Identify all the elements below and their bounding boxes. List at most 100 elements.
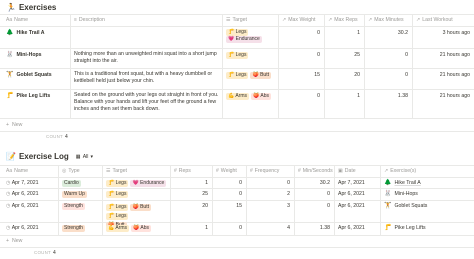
last-workout-value: 21 hours ago <box>439 72 470 78</box>
col-target-label: Target <box>232 17 247 23</box>
weight-value: 0 <box>239 180 242 186</box>
exercise-relation[interactable]: 🦵 Pike Leg Lifts <box>384 225 426 232</box>
rollup-icon: ↗ <box>282 17 287 23</box>
view-label: All <box>82 153 89 160</box>
max-reps-value: 1 <box>357 30 360 36</box>
type-tag[interactable]: Cardio <box>62 180 81 187</box>
col-target-header[interactable]: ☰ Target <box>226 17 247 23</box>
max-minutes-value: 1.38 <box>397 93 408 99</box>
max-reps-value: 1 <box>357 93 360 99</box>
table-row-name[interactable]: 🐰 Mini-Hops <box>6 52 42 59</box>
tag-legs: 🦵 Legs <box>106 213 129 220</box>
log-col-minsec-header[interactable]: # Min/Seconds <box>298 168 333 174</box>
tree-icon: 🌲 <box>384 180 392 186</box>
log-row-name[interactable]: ◷ Apr 6, 2021 <box>6 191 39 198</box>
max-minutes-value: 0 <box>405 52 408 58</box>
number-icon: # <box>298 168 301 174</box>
number-icon: # <box>250 168 253 174</box>
log-col-date-header[interactable]: ▣ Date <box>338 168 356 174</box>
log-col-name-header[interactable]: Aa Name <box>6 168 28 174</box>
col-max-weight-header[interactable]: ↗ Max Weight <box>282 17 316 23</box>
exercise-link: Pike Leg Lifts <box>394 225 426 231</box>
target-tags[interactable]: 💪 Arms 🍑 Abs <box>106 225 153 232</box>
col-max-minutes-header[interactable]: ↗ Max Minutes <box>368 17 404 23</box>
exercise-relation[interactable]: 🏋 Goblet Squats <box>384 203 427 210</box>
exercise-relation[interactable]: 🐰 Mini-Hops <box>384 191 418 198</box>
weight-value: 0 <box>239 191 242 197</box>
exercises-title[interactable]: 🏃 Exercises <box>6 3 56 12</box>
log-col-reps-header[interactable]: # Reps <box>174 168 191 174</box>
weight-value: 0 <box>239 225 242 231</box>
text-type-icon: Aa <box>6 168 13 174</box>
last-workout-value: 21 hours ago <box>439 52 470 58</box>
log-col-exercises-label: Exercise(s) <box>390 168 417 174</box>
max-minutes-value: 0 <box>405 72 408 78</box>
type-tag[interactable]: Strength <box>62 203 85 210</box>
log-col-weight-header[interactable]: # Weight <box>216 168 237 174</box>
log-col-reps-label: Reps <box>178 168 191 174</box>
description-value: Nothing more than an unweighted mini squ… <box>74 51 217 64</box>
log-col-frequency-header[interactable]: # Frequency <box>250 168 279 174</box>
log-row-name[interactable]: ◷ Apr 6, 2021 <box>6 203 39 210</box>
target-tags[interactable]: 💪 Arms 🍑 Abs <box>226 93 273 100</box>
target-tags[interactable]: 🦵 Legs <box>226 52 250 59</box>
calendar-icon: ▣ <box>338 168 343 174</box>
plus-icon: + <box>6 122 10 128</box>
max-reps-value: 25 <box>354 52 360 58</box>
weight-value: 15 <box>236 203 242 209</box>
log-col-weight-label: Weight <box>220 168 237 174</box>
log-col-target-header[interactable]: ☰ Target <box>106 168 127 174</box>
log-col-exercises-header[interactable]: ↗ Exercise(s) <box>384 168 416 174</box>
tag-butt: 🍑 Butt <box>250 72 271 79</box>
log-col-date-label: Date <box>344 168 356 174</box>
tag-abs: 🍑 Abs <box>131 225 151 232</box>
count-value: 4 <box>53 250 56 256</box>
col-last-workout-header[interactable]: ↗ Last Workout <box>416 17 453 23</box>
frequency-value: 4 <box>287 225 290 231</box>
table-row-name[interactable]: 🏋 Goblet Squats <box>6 72 52 79</box>
new-label: New <box>12 238 23 244</box>
clock-icon: ◷ <box>6 191 11 197</box>
date-value: Apr 6, 2021 <box>338 225 365 231</box>
text-type-icon: Aa <box>6 17 13 23</box>
table-row-name[interactable]: 🌲 Hike Trail A <box>6 30 45 37</box>
frequency-value: 2 <box>287 191 290 197</box>
new-exercise-button[interactable]: + New <box>6 122 22 128</box>
minsec-value: 1.38 <box>319 225 330 231</box>
count-value: 4 <box>65 134 68 140</box>
new-log-entry-button[interactable]: + New <box>6 238 22 244</box>
last-workout-value: 3 hours ago <box>442 30 470 36</box>
col-max-weight-label: Max Weight <box>288 17 316 23</box>
dumbbell-icon: 🏋 <box>6 72 14 78</box>
count-label: COUNT <box>46 134 63 139</box>
exercise-log-title[interactable]: 📝 Exercise Log ▦ All ▾ <box>6 152 93 161</box>
type-tag[interactable]: Warm Up <box>62 191 87 198</box>
col-description-header[interactable]: ≡ Description <box>74 17 105 23</box>
type-tag[interactable]: Strength <box>62 225 85 232</box>
log-row-name[interactable]: ◷ Apr 6, 2021 <box>6 225 39 232</box>
tag-endurance: 💗 Endurance <box>130 180 167 187</box>
text-lines-icon: ≡ <box>74 17 77 23</box>
clock-icon: ◷ <box>6 203 11 209</box>
target-tags[interactable]: 🦵 Legs <box>106 191 130 198</box>
max-reps-value: 20 <box>354 72 360 78</box>
frequency-value: 3 <box>287 203 290 209</box>
leg-icon: 🦵 <box>6 93 14 99</box>
minsec-value: 0 <box>327 191 330 197</box>
table-row-name[interactable]: 🦵 Pike Leg Lifts <box>6 93 50 100</box>
col-name-header[interactable]: Aa Name <box>6 17 28 23</box>
target-tags[interactable]: 🦵 Legs 🍑 Butt <box>226 72 273 79</box>
table-view-icon: ▦ <box>75 153 81 160</box>
view-selector[interactable]: ▦ All ▾ <box>76 154 93 160</box>
target-tags[interactable]: 🦵 Legs 💗 Endurance <box>226 29 276 43</box>
target-tags[interactable]: 🦵 Legs 💗 Endurance <box>106 180 168 187</box>
col-max-reps-header[interactable]: ↗ Max Reps <box>328 17 358 23</box>
col-description-label: Description <box>78 17 105 23</box>
minsec-value: 0 <box>327 203 330 209</box>
exercise-relation[interactable]: 🌲 Hike Trail A <box>384 180 421 187</box>
row-name-text: Hike Trail A <box>16 30 45 36</box>
log-row-name[interactable]: ◷ Apr 7, 2021 <box>6 180 39 187</box>
log-col-type-header[interactable]: ◎ Type <box>62 168 80 174</box>
row-name-text: Pike Leg Lifts <box>16 93 51 99</box>
select-icon: ◎ <box>62 168 67 174</box>
